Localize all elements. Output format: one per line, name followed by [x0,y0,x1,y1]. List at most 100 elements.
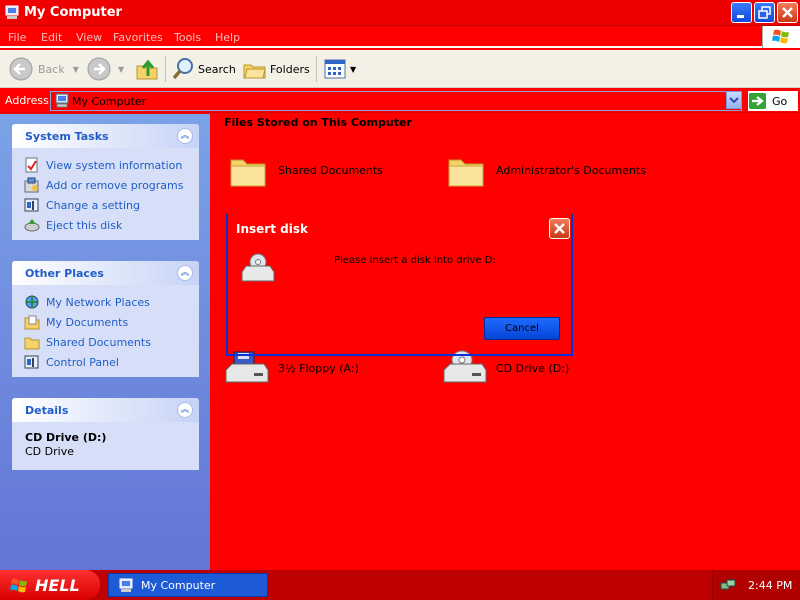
details-item-type: CD Drive [25,445,74,458]
task-pane: System Tasks ︽ View system information A… [0,114,210,570]
eject-disk-icon [24,219,40,232]
link-label: Eject this disk [46,218,123,232]
link-shared-documents[interactable]: Shared Documents [24,332,199,352]
start-button[interactable]: HELL [0,570,100,600]
menu-tools[interactable]: Tools [174,31,201,44]
forward-dropdown-icon[interactable]: ▼ [118,65,124,74]
search-label: Search [198,62,236,76]
system-tray: 2:44 PM [712,570,800,600]
system-tasks-panel: System Tasks ︽ View system information A… [12,124,199,240]
title-bar[interactable]: My Computer [0,0,800,26]
minimize-button[interactable] [731,2,752,23]
address-label: Address [5,94,49,107]
toolbar-separator [316,56,317,82]
address-field[interactable]: My Computer [50,91,742,111]
collapse-chevron-icon[interactable]: ︽ [177,265,193,281]
task-label: My Computer [141,578,216,592]
other-places-panel: Other Places ︽ My Network Places My Docu… [12,261,199,377]
close-button[interactable] [777,2,798,23]
link-label: Shared Documents [46,335,151,349]
menu-file[interactable]: File [8,31,26,44]
system-tasks-title: System Tasks [25,130,109,143]
collapse-chevron-icon[interactable]: ︽ [177,402,193,418]
other-places-header[interactable]: Other Places ︽ [12,261,199,285]
clock[interactable]: 2:44 PM [748,579,792,592]
link-view-system-information[interactable]: View system information [24,155,199,175]
cancel-button[interactable]: Cancel [484,317,560,340]
system-info-icon [25,157,38,173]
address-value: My Computer [72,95,147,108]
collapse-chevron-icon[interactable]: ︽ [177,128,193,144]
link-change-a-setting[interactable]: Change a setting [24,195,199,215]
item-label: 3½ Floppy (A:) [278,361,359,375]
details-item-name: CD Drive (D:) [25,431,107,444]
network-status-icon[interactable] [720,577,736,593]
chevron-down-icon [729,97,739,104]
up-folder-button[interactable] [134,55,160,83]
link-my-network-places[interactable]: My Network Places [24,292,199,312]
folders-label: Folders [270,62,310,76]
my-computer-icon [119,578,133,592]
control-panel-icon [24,355,39,369]
other-places-title: Other Places [25,267,104,280]
windows-logo-icon [762,26,800,48]
views-dropdown-icon[interactable]: ▼ [350,65,356,74]
link-add-remove-programs[interactable]: Add or remove programs [24,175,199,195]
back-label: Back [38,62,65,76]
link-label: Add or remove programs [46,178,184,192]
item-administrators-documents[interactable]: Administrator's Documents [446,150,646,190]
window-title: My Computer [24,5,122,20]
link-eject-this-disk[interactable]: Eject this disk [24,215,199,235]
folder-icon [230,159,266,187]
folder-icon [448,159,484,187]
close-icon [554,223,565,234]
up-folder-icon [136,59,158,80]
windows-logo-icon [10,578,27,593]
my-computer-icon [55,93,69,108]
dialog-message: Please insert a disk into drive D: [334,255,496,266]
address-dropdown-button[interactable] [726,91,742,109]
details-panel: Details ︽ CD Drive (D:) CD Drive [12,398,199,470]
my-computer-icon [5,5,19,19]
address-bar: Address My Computer Go [0,89,800,113]
documents-folder-icon [24,315,40,330]
details-title: Details [25,404,69,417]
item-shared-documents[interactable]: Shared Documents [228,150,383,190]
link-label: Control Panel [46,355,119,369]
toolbar: Back ▼ ▼ Search Folders ▼ [0,50,800,88]
go-arrow-icon [749,93,766,109]
forward-arrow-icon [87,57,111,81]
menu-edit[interactable]: Edit [41,31,62,44]
menu-help[interactable]: Help [215,31,240,44]
go-button[interactable]: Go [748,91,798,111]
search-icon [172,58,193,80]
toolbar-separator [165,56,166,82]
link-label: Change a setting [46,198,140,212]
taskbar-item-my-computer[interactable]: My Computer [108,573,268,597]
network-places-icon [25,295,39,309]
add-remove-programs-icon [24,177,39,193]
views-button[interactable]: ▼ [322,55,356,83]
menu-bar: File Edit View Favorites Tools Help [0,26,800,48]
menu-view[interactable]: View [76,31,102,44]
forward-button[interactable]: ▼ [86,55,124,83]
start-label: HELL [35,575,80,595]
menu-favorites[interactable]: Favorites [113,31,163,44]
link-label: My Network Places [46,295,150,309]
restore-button[interactable] [754,2,775,23]
folders-button[interactable]: Folders [242,55,310,83]
shared-folder-icon [24,337,40,350]
link-control-panel[interactable]: Control Panel [24,352,199,372]
link-my-documents[interactable]: My Documents [24,312,199,332]
back-dropdown-icon[interactable]: ▼ [73,65,79,74]
desktop: My Computer File Edit View Favorites Too… [0,0,800,600]
details-header[interactable]: Details ︽ [12,398,199,422]
dialog-close-button[interactable] [549,218,570,239]
go-label: Go [772,94,788,108]
back-button[interactable]: Back ▼ [8,55,79,83]
minimize-icon [737,15,744,18]
search-button[interactable]: Search [170,55,236,83]
taskbar: HELL My Computer 2:44 PM [0,570,800,600]
system-tasks-header[interactable]: System Tasks ︽ [12,124,199,148]
views-icon [324,59,346,79]
